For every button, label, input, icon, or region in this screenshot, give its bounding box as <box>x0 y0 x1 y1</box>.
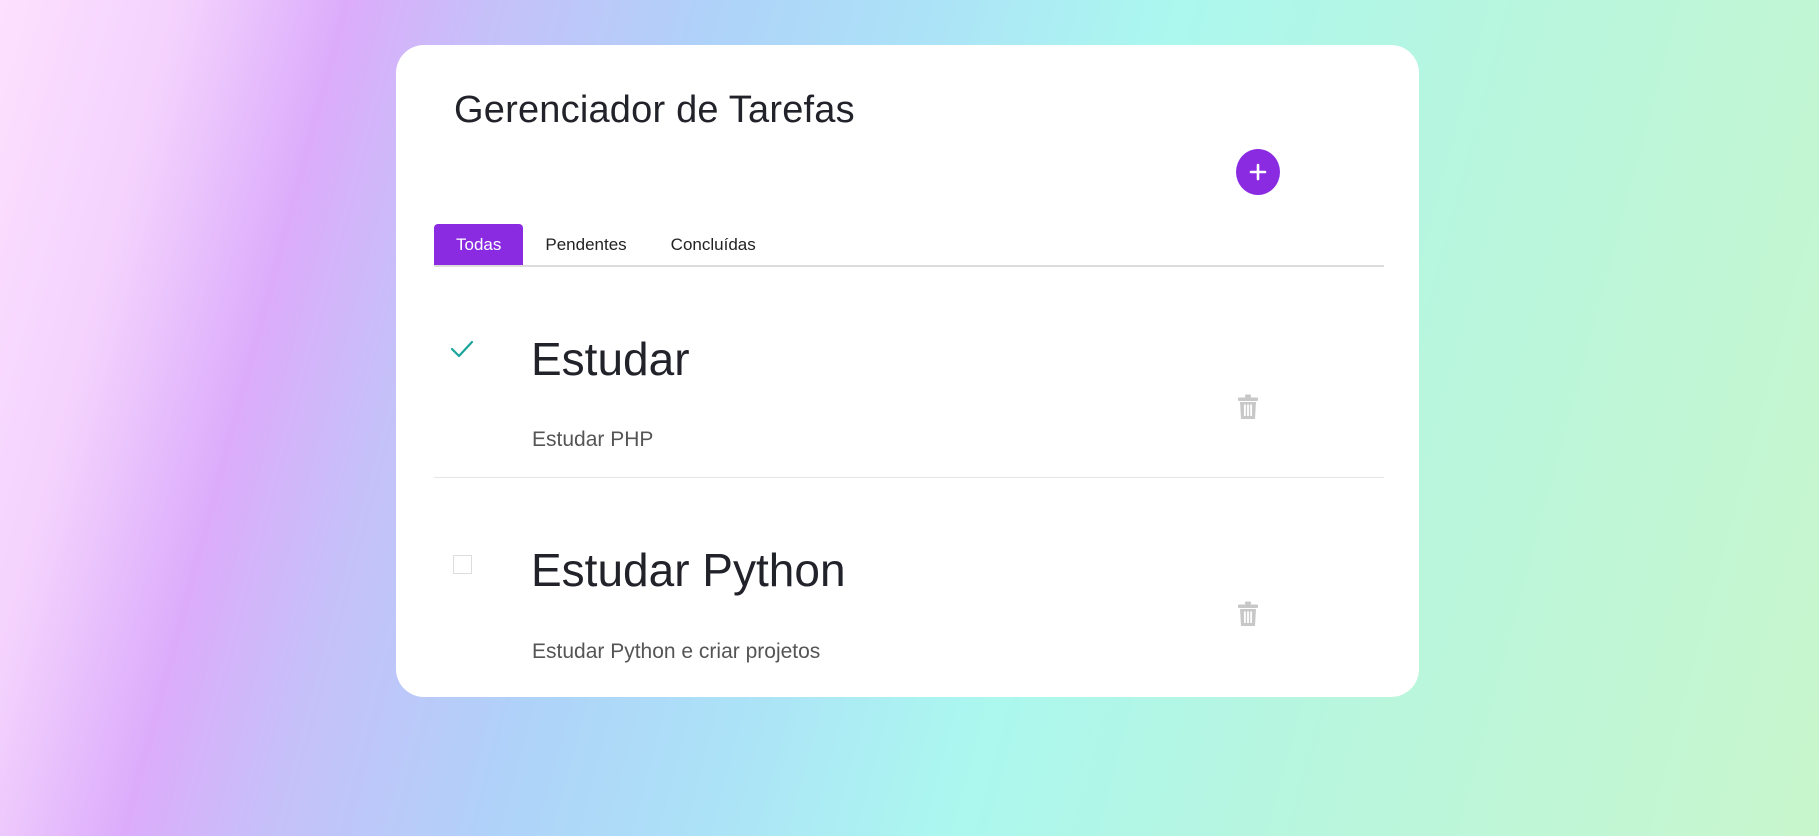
delete-task-button[interactable] <box>1234 392 1262 422</box>
add-task-button[interactable] <box>1236 149 1280 195</box>
task-title: Estudar <box>531 333 690 385</box>
task-item: Estudar Python Estudar Python e criar pr… <box>434 479 1384 679</box>
page-title: Gerenciador de Tarefas <box>454 89 855 131</box>
task-item: Estudar Estudar PHP <box>434 267 1384 478</box>
check-icon <box>450 340 474 358</box>
filter-tabs: Todas Pendentes Concluídas <box>434 224 1384 267</box>
task-description: Estudar Python e criar projetos <box>532 640 821 663</box>
task-description: Estudar PHP <box>532 428 654 451</box>
tab-concluidas[interactable]: Concluídas <box>649 224 778 265</box>
task-manager-card: Gerenciador de Tarefas Todas Pendentes C… <box>396 45 1419 697</box>
task-complete-toggle[interactable] <box>448 550 476 578</box>
checkbox-icon <box>452 554 472 574</box>
delete-task-button[interactable] <box>1234 599 1262 629</box>
trash-icon <box>1238 394 1258 419</box>
tab-pendentes[interactable]: Pendentes <box>523 224 648 265</box>
tab-todas[interactable]: Todas <box>434 224 524 265</box>
trash-icon <box>1238 601 1258 626</box>
task-complete-toggle[interactable] <box>448 335 476 363</box>
plus-icon <box>1249 163 1267 181</box>
task-title: Estudar Python <box>531 544 846 596</box>
